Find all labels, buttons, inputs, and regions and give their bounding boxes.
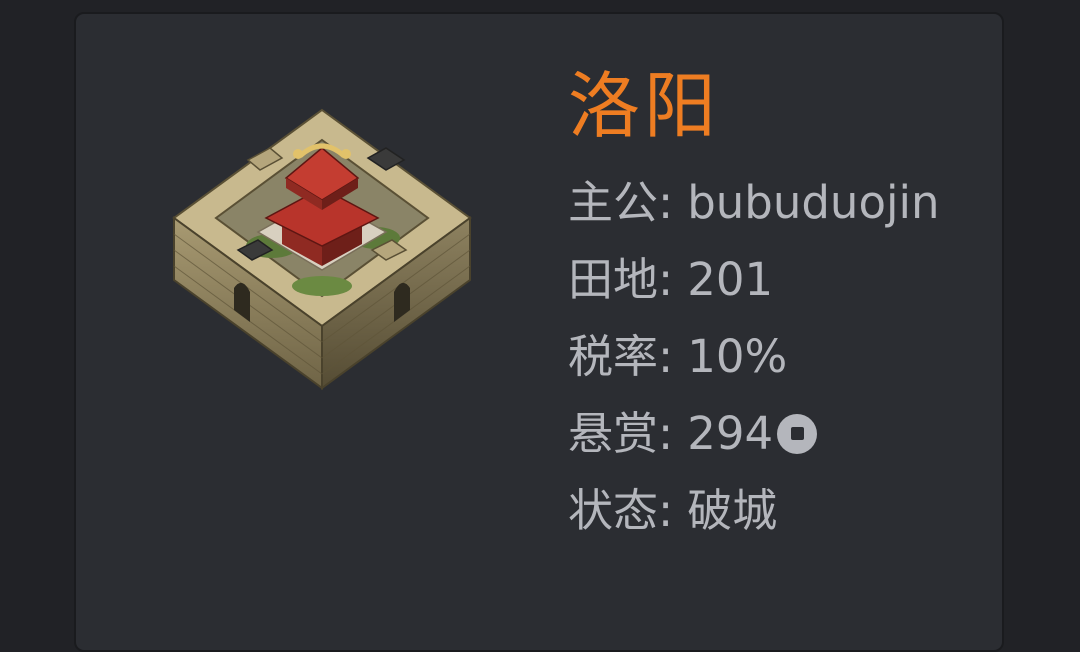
bounty-label: 悬赏 [568, 395, 673, 472]
status-label: 状态 [568, 472, 673, 549]
status-value: 破城 [687, 484, 778, 537]
lord-value: bubuduojin [687, 176, 940, 229]
tax-rate-row: 税率 10% [568, 318, 988, 395]
walled-city-palace-icon [172, 108, 472, 390]
lord-row: 主公 bubuduojin [568, 164, 988, 241]
city-details: 洛阳 主公 bubuduojin 田地 201 税率 10% 悬赏 294 状态… [568, 64, 988, 549]
tax-rate-value: 10% [687, 330, 788, 383]
city-info-panel: 洛阳 主公 bubuduojin 田地 201 税率 10% 悬赏 294 状态… [74, 12, 1004, 652]
status-row: 状态 破城 [568, 472, 988, 549]
coin-icon [777, 413, 818, 454]
bounty-value: 294 [687, 407, 774, 460]
city-name: 洛阳 [568, 64, 721, 148]
land-row: 田地 201 [568, 241, 988, 318]
lord-label: 主公 [568, 164, 673, 241]
tax-rate-label: 税率 [568, 318, 673, 395]
land-label: 田地 [568, 241, 673, 318]
bounty-row: 悬赏 294 [568, 395, 988, 472]
land-value: 201 [687, 253, 774, 306]
